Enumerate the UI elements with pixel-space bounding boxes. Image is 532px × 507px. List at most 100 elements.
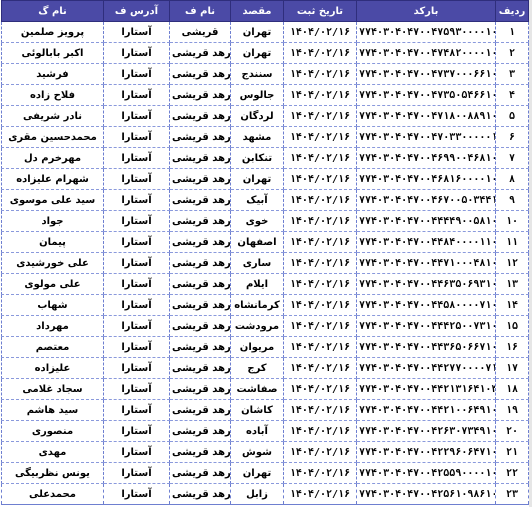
cell-name[interactable]: مهدی (1, 441, 104, 463)
cell-name[interactable]: علیزاده (1, 357, 104, 379)
cell-sender[interactable]: فرهد قریشی (169, 84, 231, 106)
cell-destination[interactable]: مریوان (230, 336, 284, 358)
cell-date[interactable]: ۱۴۰۴/۰۲/۱۶ (283, 63, 357, 85)
cell-sender[interactable]: فرهد قریشی (169, 105, 231, 127)
cell-sender[interactable]: فرهد قریشی (169, 336, 231, 358)
column-header-sender[interactable]: نام ف (169, 0, 231, 22)
cell-sender[interactable]: فرهد قریشی (169, 210, 231, 232)
cell-barcode[interactable]: ۷۷۴۰۳۰۴۰۴۷۰۰۴۴۷۱۰۰۰۴۸۱۰۴ (356, 252, 496, 274)
cell-row[interactable]: ۱۳ (495, 273, 529, 295)
cell-address[interactable]: آستارا (103, 168, 170, 190)
cell-destination[interactable]: شوش (230, 441, 284, 463)
cell-name[interactable]: یونس نظربیگی (1, 462, 104, 484)
cell-date[interactable]: ۱۴۰۴/۰۲/۱۶ (283, 420, 357, 442)
cell-sender[interactable]: فرهد قریشی (169, 399, 231, 421)
cell-barcode[interactable]: ۷۷۴۰۳۰۴۰۴۷۰۰۴۴۲۱۰۰۶۴۹۱۰۴ (356, 399, 496, 421)
cell-name[interactable]: محمدحسین مقری (1, 126, 104, 148)
cell-date[interactable]: ۱۴۰۴/۰۲/۱۶ (283, 462, 357, 484)
cell-date[interactable]: ۱۴۰۴/۰۲/۱۶ (283, 378, 357, 400)
cell-barcode[interactable]: ۷۷۴۰۳۰۴۰۴۷۰۰۴۲۲۹۶۰۶۴۷۱۰۴ (356, 441, 496, 463)
cell-destination[interactable]: کاشان (230, 399, 284, 421)
cell-date[interactable]: ۱۴۰۴/۰۲/۱۶ (283, 21, 357, 43)
cell-sender[interactable]: قریشی (169, 21, 231, 43)
cell-address[interactable]: آستارا (103, 210, 170, 232)
cell-row[interactable]: ۲۳ (495, 483, 529, 505)
cell-row[interactable]: ۱۵ (495, 315, 529, 337)
cell-barcode[interactable]: ۷۷۴۰۳۰۴۰۴۷۰۰۴۷۳۷۰۰۰۶۶۱۰۴ (356, 63, 496, 85)
cell-destination[interactable]: کرج (230, 357, 284, 379)
cell-sender[interactable]: فرهد قریشی (169, 168, 231, 190)
cell-row[interactable]: ۱ (495, 21, 529, 43)
cell-address[interactable]: آستارا (103, 189, 170, 211)
cell-name[interactable]: معتصم (1, 336, 104, 358)
cell-destination[interactable]: آبیک (230, 189, 284, 211)
cell-date[interactable]: ۱۴۰۴/۰۲/۱۶ (283, 252, 357, 274)
cell-row[interactable]: ۲۰ (495, 420, 529, 442)
cell-destination[interactable]: ساری (230, 252, 284, 274)
cell-sender[interactable]: فرهد قریشی (169, 147, 231, 169)
cell-name[interactable]: مهرخرم دل (1, 147, 104, 169)
cell-destination[interactable]: جالوس (230, 84, 284, 106)
cell-row[interactable]: ۲ (495, 42, 529, 64)
cell-row[interactable]: ۱۰ (495, 210, 529, 232)
cell-sender[interactable]: فرهد قریشی (169, 252, 231, 274)
cell-row[interactable]: ۱۶ (495, 336, 529, 358)
cell-row[interactable]: ۳ (495, 63, 529, 85)
cell-destination[interactable]: زابل (230, 483, 284, 505)
cell-address[interactable]: آستارا (103, 399, 170, 421)
cell-row[interactable]: ۱۷ (495, 357, 529, 379)
cell-barcode[interactable]: ۷۷۴۰۳۰۴۰۴۷۰۰۴۷۰۳۳۰۰۰۰۰۱۰۴ (356, 126, 496, 148)
cell-destination[interactable]: تنکابن (230, 147, 284, 169)
cell-name[interactable]: پرویز صلمین (1, 21, 104, 43)
cell-date[interactable]: ۱۴۰۴/۰۲/۱۶ (283, 210, 357, 232)
cell-date[interactable]: ۱۴۰۴/۰۲/۱۶ (283, 399, 357, 421)
cell-barcode[interactable]: ۷۷۴۰۳۰۴۰۴۷۰۰۴۴۴۲۵۰۰۷۳۱۰۴ (356, 315, 496, 337)
cell-destination[interactable]: سنندج (230, 63, 284, 85)
cell-barcode[interactable]: ۷۷۴۰۳۰۴۰۴۷۰۰۴۷۱۸۰۰۸۸۹۱۰۴ (356, 105, 496, 127)
cell-barcode[interactable]: ۷۷۴۰۳۰۴۰۴۷۰۰۴۶۹۹۰۰۴۶۸۱۰۴ (356, 147, 496, 169)
cell-barcode[interactable]: ۷۷۴۰۳۰۴۰۴۷۰۰۴۴۶۳۵۰۶۹۳۱۰۴ (356, 273, 496, 295)
cell-barcode[interactable]: ۷۷۴۰۳۰۴۰۴۷۰۰۴۶۷۰۰۵۰۳۴۴۱۰۴ (356, 189, 496, 211)
cell-address[interactable]: آستارا (103, 378, 170, 400)
cell-address[interactable]: آستارا (103, 420, 170, 442)
cell-address[interactable]: آستارا (103, 357, 170, 379)
cell-sender[interactable]: فرهد قریشی (169, 126, 231, 148)
cell-sender[interactable]: فرهد قریشی (169, 441, 231, 463)
cell-barcode[interactable]: ۷۷۴۰۳۰۴۰۴۷۰۰۴۴۴۴۹۰۰۵۸۱۰۴ (356, 210, 496, 232)
cell-row[interactable]: ۹ (495, 189, 529, 211)
cell-row[interactable]: ۶ (495, 126, 529, 148)
column-header-barcode[interactable]: بارکد (356, 0, 496, 22)
cell-destination[interactable]: کرمانشاه (230, 294, 284, 316)
cell-address[interactable]: آستارا (103, 315, 170, 337)
cell-destination[interactable]: صفاشت (230, 378, 284, 400)
cell-sender[interactable]: فرهد قریشی (169, 357, 231, 379)
cell-destination[interactable]: مرودشت (230, 315, 284, 337)
cell-sender[interactable]: فرهد قریشی (169, 294, 231, 316)
cell-address[interactable]: آستارا (103, 252, 170, 274)
cell-date[interactable]: ۱۴۰۴/۰۲/۱۶ (283, 441, 357, 463)
cell-sender[interactable]: فرهد قریشی (169, 378, 231, 400)
cell-row[interactable]: ۱۴ (495, 294, 529, 316)
cell-sender[interactable]: فرهد قریشی (169, 273, 231, 295)
cell-date[interactable]: ۱۴۰۴/۰۲/۱۶ (283, 126, 357, 148)
cell-name[interactable]: محمدعلی (1, 483, 104, 505)
cell-address[interactable]: آستارا (103, 126, 170, 148)
cell-name[interactable]: اکبر بابالوئی (1, 42, 104, 64)
cell-destination[interactable]: تهران (230, 462, 284, 484)
cell-date[interactable]: ۱۴۰۴/۰۲/۱۶ (283, 189, 357, 211)
cell-date[interactable]: ۱۴۰۴/۰۲/۱۶ (283, 168, 357, 190)
cell-barcode[interactable]: ۷۷۴۰۳۰۴۰۴۷۰۰۴۴۸۴۰۰۰۰۱۱۰۴ (356, 231, 496, 253)
cell-row[interactable]: ۲۱ (495, 441, 529, 463)
cell-row[interactable]: ۷ (495, 147, 529, 169)
cell-barcode[interactable]: ۷۷۴۰۳۰۴۰۴۷۰۰۴۷۵۹۳۰۰۰۰۱۰۴ (356, 21, 496, 43)
cell-barcode[interactable]: ۷۷۴۰۳۰۴۰۴۷۰۰۴۶۸۱۶۰۰۰۰۱۰۴ (356, 168, 496, 190)
cell-destination[interactable]: تهران (230, 168, 284, 190)
cell-name[interactable]: علی خورشیدی (1, 252, 104, 274)
cell-date[interactable]: ۱۴۰۴/۰۲/۱۶ (283, 336, 357, 358)
cell-name[interactable]: مهرداد (1, 315, 104, 337)
cell-row[interactable]: ۱۱ (495, 231, 529, 253)
cell-barcode[interactable]: ۷۷۴۰۳۰۴۰۴۷۰۰۴۴۲۱۳۱۶۴۱۰۴ (356, 378, 496, 400)
cell-address[interactable]: آستارا (103, 63, 170, 85)
cell-address[interactable]: آستارا (103, 336, 170, 358)
column-header-address[interactable]: آدرس ف (103, 0, 170, 22)
